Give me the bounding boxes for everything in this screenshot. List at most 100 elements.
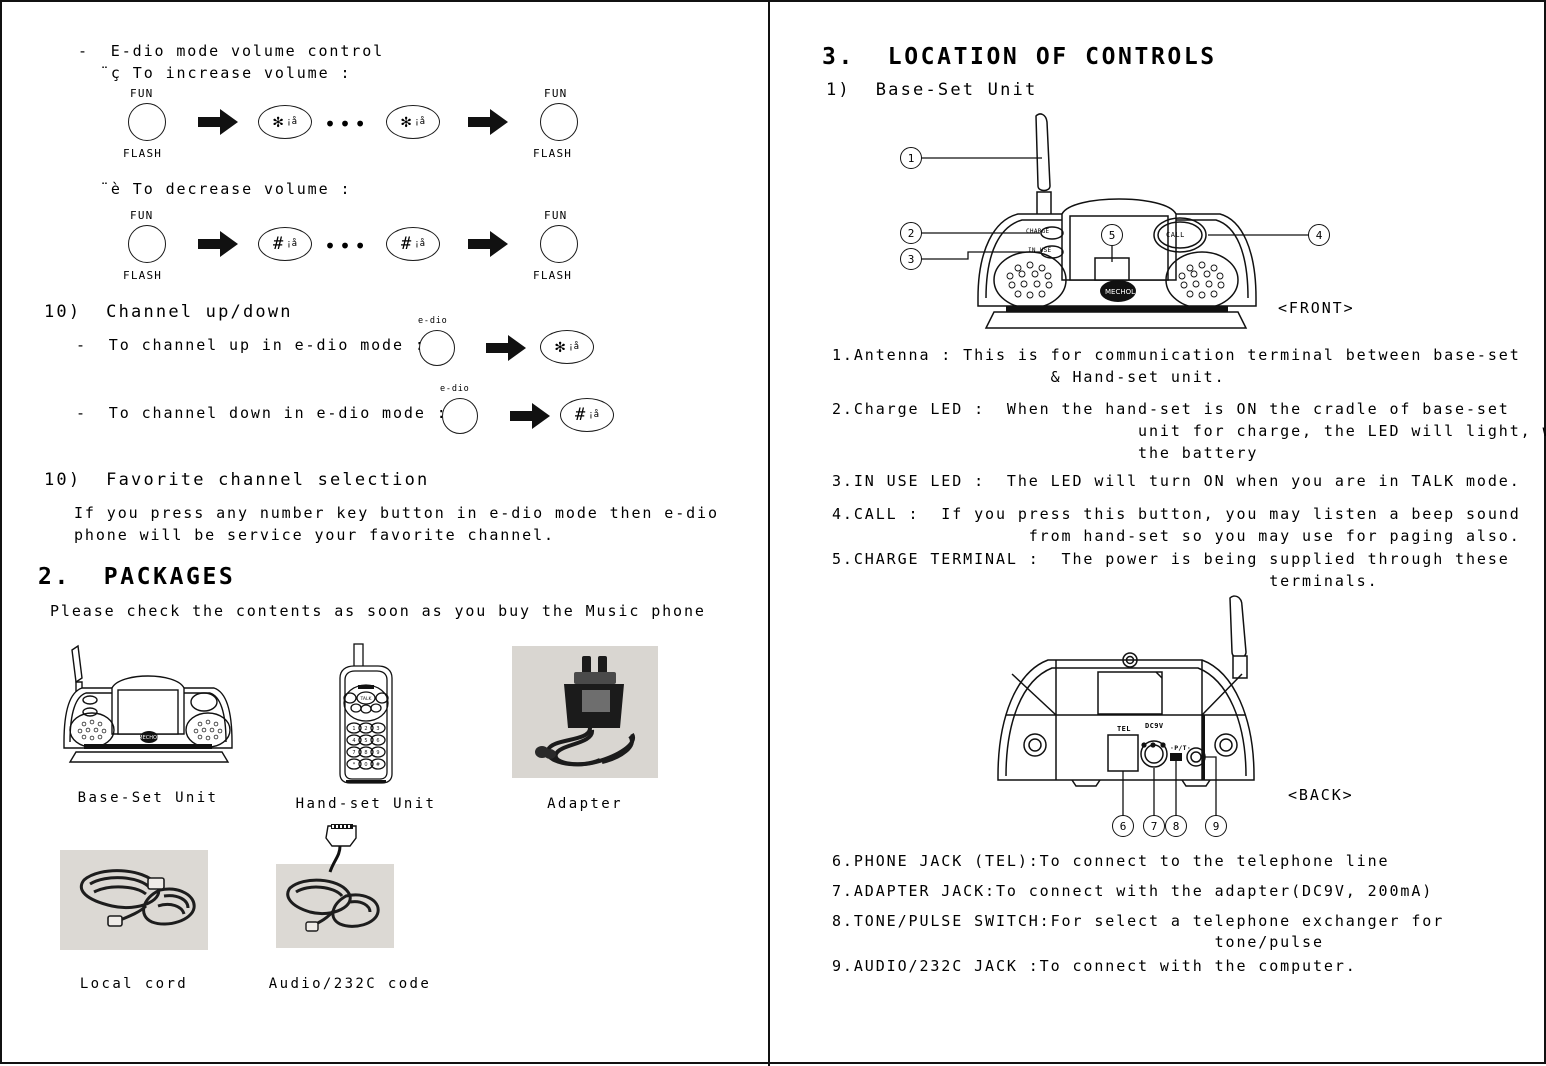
fun-flash-button-3[interactable] (128, 225, 166, 263)
channel-up-text: - To channel up in e-dio mode : (76, 336, 426, 354)
star-key-button-3[interactable]: ✻ ¡å (540, 330, 594, 364)
list-item-6-line-1: 6.PHONE JACK (TEL):To connect to the tel… (832, 852, 1390, 870)
left-page-column: - E-dio mode volume control ¨ç To increa… (2, 2, 768, 1066)
list-item-1-line-1: 1.Antenna : This is for communication te… (832, 346, 1521, 364)
front-view-diagram: MECHOL (890, 102, 1410, 332)
channel-section-heading: 10) Channel up/down (44, 302, 293, 322)
hash-key-label-1: # ¡å (272, 233, 298, 254)
list-item-8-line-2: tone/pulse (832, 933, 1324, 951)
edio-button-1[interactable] (419, 330, 455, 366)
list-item-8-line-1: 8.TONE/PULSE SWITCH:For select a telepho… (832, 912, 1445, 930)
arrow-right-icon-2 (468, 109, 508, 135)
ellipsis-2: ••• (324, 234, 370, 258)
callout-8: 8 (1165, 815, 1187, 837)
list-item-2-line-3: the battery (832, 444, 1259, 462)
favorite-body-line1: If you press any number key button in e-… (74, 504, 719, 522)
list-item-2-line-2: unit for charge, the LED will light, whe… (1138, 422, 1546, 440)
volume-control-heading: - E-dio mode volume control (78, 42, 385, 60)
adapter-image (512, 646, 658, 778)
list-item-5-line-1: 5.CHARGE TERMINAL : The power is being s… (832, 550, 1510, 568)
svg-text:7: 7 (352, 750, 355, 756)
audio-232c-code-caption: Audio/232C code (268, 976, 432, 992)
audio-232c-code-image (276, 864, 394, 948)
hash-key-button-2[interactable]: # ¡å (386, 227, 440, 261)
callout-7: 7 (1143, 815, 1165, 837)
flash-label-3: FLASH (123, 269, 163, 282)
callout-1: 1 (900, 147, 922, 169)
edio-label-2: e-dio (440, 384, 470, 394)
packages-heading: 2. PACKAGES (38, 564, 236, 590)
arrow-right-icon-4 (468, 231, 508, 257)
edio-label-1: e-dio (418, 316, 448, 326)
callout-6: 6 (1112, 815, 1134, 837)
svg-text:4: 4 (352, 738, 355, 744)
charge-led-label: CHARGE (1026, 228, 1050, 235)
svg-text:0: 0 (364, 762, 367, 768)
list-item-9-line-1: 9.AUDIO/232C JACK :To connect with the c… (832, 957, 1357, 975)
flash-label-1: FLASH (123, 147, 163, 160)
arrow-right-icon-6 (510, 403, 550, 429)
star-key-button-2[interactable]: ✻ ¡å (386, 105, 440, 139)
hash-key-button-3[interactable]: # ¡å (560, 398, 614, 432)
star-key-label-1: ✻ ¡å (272, 111, 298, 132)
call-button-label[interactable]: CALL (1166, 231, 1185, 239)
base-set-unit-subheading: 1) Base-Set Unit (826, 80, 1038, 100)
tone-pulse-switch-label: ·P/T· (1170, 744, 1192, 752)
svg-text:6: 6 (376, 738, 379, 744)
tel-jack-label: TEL (1117, 725, 1131, 733)
svg-text:MECHOL: MECHOL (1105, 288, 1135, 296)
right-page-column: 3. LOCATION OF CONTROLS 1) Base-Set Unit (770, 2, 1546, 1066)
front-view-label: <FRONT> (1278, 299, 1355, 317)
callout-5: 5 (1101, 224, 1123, 246)
document-page: - E-dio mode volume control ¨ç To increa… (0, 0, 1546, 1066)
in-use-led-label: IN USE (1028, 247, 1052, 254)
list-item-5-line-2: terminals. (832, 572, 1379, 590)
svg-text:#: # (376, 762, 380, 768)
fun-label-2: FUN (544, 87, 568, 100)
star-key-label-2: ✻ ¡å (400, 111, 426, 132)
edio-button-2[interactable] (442, 398, 478, 434)
hand-set-unit-caption: Hand-set Unit (295, 796, 437, 812)
local-cord-image (60, 850, 208, 950)
hash-key-label-2: # ¡å (400, 233, 426, 254)
svg-text:9: 9 (376, 750, 379, 756)
dc-jack-label: DC9V (1145, 722, 1164, 730)
svg-text:8: 8 (364, 750, 367, 756)
flash-label-2: FLASH (533, 147, 573, 160)
svg-text:MECHOL: MECHOL (138, 735, 160, 741)
back-view-label: <BACK> (1288, 786, 1354, 804)
adapter-caption: Adapter (547, 796, 623, 812)
star-key-label-3: ✻ ¡å (554, 336, 580, 357)
channel-down-text: - To channel down in e-dio mode : (76, 404, 448, 422)
arrow-right-icon-3 (198, 231, 238, 257)
svg-text:2: 2 (364, 726, 367, 732)
ellipsis-1: ••• (324, 112, 370, 136)
list-item-7-line-1: 7.ADAPTER JACK:To connect with the adapt… (832, 882, 1434, 900)
decrease-volume-label: ¨è To decrease volume : (100, 180, 352, 198)
fun-flash-button-4[interactable] (540, 225, 578, 263)
star-key-button-1[interactable]: ✻ ¡å (258, 105, 312, 139)
arrow-right-icon-1 (198, 109, 238, 135)
callout-4: 4 (1308, 224, 1330, 246)
increase-volume-label: ¨ç To increase volume : (100, 64, 352, 82)
svg-text:5: 5 (364, 738, 367, 744)
list-item-4-line-1: 4.CALL : If you press this button, you m… (832, 505, 1521, 523)
local-cord-caption: Local cord (79, 976, 189, 992)
hash-key-label-3: # ¡å (574, 404, 600, 425)
base-set-unit-image: MECHOL (52, 638, 244, 768)
location-of-controls-heading: 3. LOCATION OF CONTROLS (822, 44, 1217, 70)
svg-text:3: 3 (376, 726, 379, 732)
favorite-section-heading: 10) Favorite channel selection (44, 470, 430, 490)
callout-3: 3 (900, 248, 922, 270)
fun-flash-button-1[interactable] (128, 103, 166, 141)
svg-text:1: 1 (352, 726, 355, 732)
audio-232c-connector-icon (318, 822, 364, 874)
callout-2: 2 (900, 222, 922, 244)
favorite-body-line2: phone will be service your favorite chan… (74, 526, 555, 544)
list-item-1-line-2: & Hand-set unit. (832, 368, 1226, 386)
callout-9: 9 (1205, 815, 1227, 837)
flash-label-4: FLASH (533, 269, 573, 282)
fun-flash-button-2[interactable] (540, 103, 578, 141)
hash-key-button-1[interactable]: # ¡å (258, 227, 312, 261)
fun-label-3: FUN (130, 209, 154, 222)
